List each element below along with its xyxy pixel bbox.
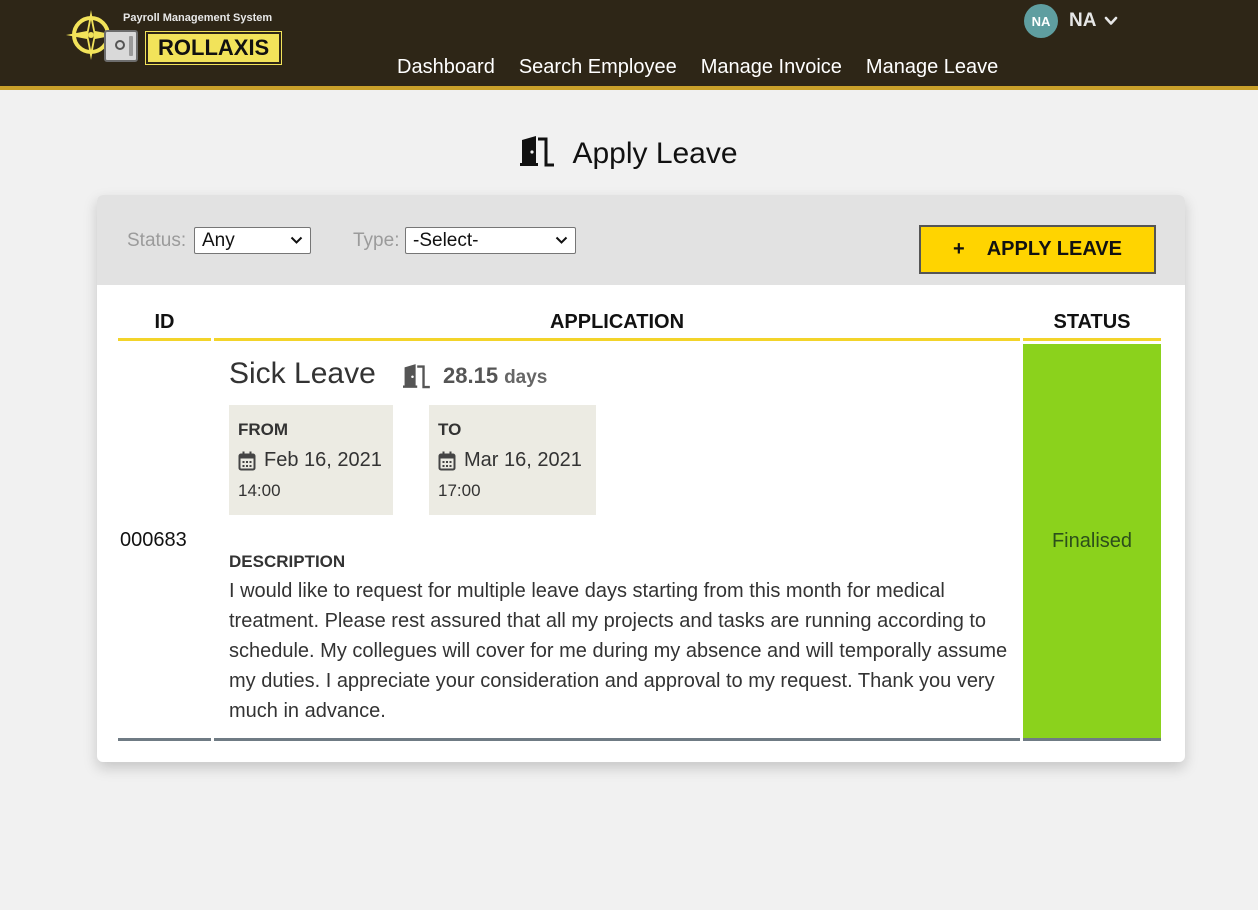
- from-date: Feb 16, 2021: [264, 449, 382, 471]
- user-name[interactable]: NA: [1069, 10, 1096, 32]
- page-title-text: Apply Leave: [572, 137, 738, 170]
- logo-subtitle: Payroll Management System: [123, 12, 273, 24]
- chevron-down-icon: [555, 236, 568, 244]
- chevron-down-icon: [290, 236, 303, 244]
- plus-icon: +: [953, 238, 965, 260]
- description-label: DESCRIPTION: [229, 552, 346, 571]
- safe-icon: [104, 30, 138, 62]
- column-header-application: APPLICATION: [549, 311, 685, 333]
- door-exit-icon: [520, 136, 555, 167]
- door-exit-icon: [403, 364, 430, 389]
- column-header-id: ID: [154, 311, 175, 333]
- apply-leave-label: APPLY LEAVE: [986, 238, 1122, 260]
- from-label: FROM: [238, 420, 289, 439]
- chevron-down-icon[interactable]: [1104, 14, 1118, 28]
- duration-value: 28.15: [443, 363, 499, 388]
- column-header-status: STATUS: [1053, 311, 1131, 333]
- row-bottom-border-application: [214, 738, 1020, 741]
- nav-manage-invoice[interactable]: Manage Invoice: [701, 56, 842, 79]
- header-underline-status: [1023, 338, 1161, 341]
- top-navbar: Payroll Management System ROLLAXIS Dashb…: [0, 0, 1258, 90]
- to-date: Mar 16, 2021: [464, 449, 582, 471]
- leave-duration: 28.15 days: [403, 363, 547, 389]
- nav-search-employee[interactable]: Search Employee: [519, 56, 677, 79]
- status-filter-select[interactable]: Any: [194, 227, 311, 254]
- filter-bar: Status: Any Type: -Select- + APPLY LEAVE: [97, 195, 1185, 285]
- row-bottom-border-status: [1023, 738, 1161, 741]
- type-filter-select[interactable]: -Select-: [405, 227, 576, 254]
- from-time: 14:00: [238, 481, 281, 500]
- to-date-box: TO Mar 16, 2021 17:00: [429, 405, 596, 515]
- apply-leave-button[interactable]: + APPLY LEAVE: [919, 225, 1156, 274]
- nav-dashboard[interactable]: Dashboard: [397, 56, 495, 79]
- status-badge: Finalised: [1023, 344, 1161, 739]
- row-bottom-border-id: [118, 738, 211, 741]
- status-filter-label: Status:: [127, 230, 187, 251]
- type-filter-label: Type:: [353, 230, 400, 251]
- description-text: I would like to request for multiple lea…: [229, 580, 1008, 722]
- leave-card: Status: Any Type: -Select- + APPLY LEAVE…: [97, 195, 1185, 762]
- page-title: Apply Leave: [0, 135, 1258, 171]
- header-underline-application: [214, 338, 1020, 341]
- nav-manage-leave[interactable]: Manage Leave: [866, 56, 998, 79]
- from-date-box: FROM Feb 16, 2021 14:00: [229, 405, 393, 515]
- leave-type: Sick Leave: [229, 357, 376, 390]
- main-nav: Dashboard Search Employee Manage Invoice…: [397, 56, 998, 79]
- calendar-icon: [238, 451, 256, 470]
- status-filter-value: Any: [202, 230, 235, 251]
- leave-id: 000683: [120, 529, 187, 551]
- status-text: Finalised: [1051, 530, 1133, 552]
- user-menu[interactable]: NA NA: [1024, 4, 1118, 38]
- duration-unit: days: [504, 366, 548, 388]
- calendar-icon: [438, 451, 456, 470]
- to-time: 17:00: [438, 481, 481, 500]
- type-filter-value: -Select-: [413, 230, 479, 251]
- logo-wordmark: ROLLAXIS: [144, 31, 283, 65]
- header-underline-id: [118, 338, 211, 341]
- app-logo[interactable]: Payroll Management System ROLLAXIS: [66, 8, 283, 68]
- to-label: TO: [438, 420, 462, 439]
- avatar[interactable]: NA: [1024, 4, 1058, 38]
